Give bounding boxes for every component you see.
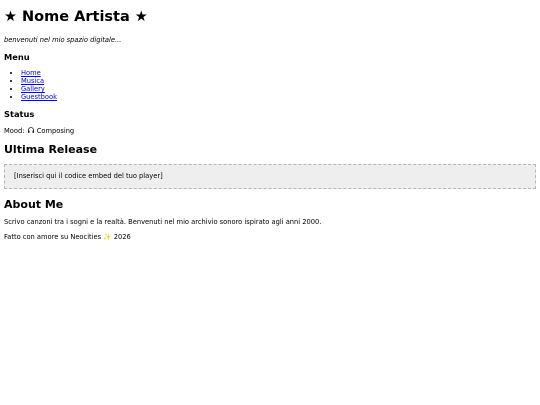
footer: Fatto con amore su Neocities ✨ 2026 (4, 233, 536, 241)
menu-heading: Menu (4, 52, 30, 62)
headphones-icon (27, 127, 34, 133)
about-heading: About Me (4, 198, 64, 211)
menu-link-gallery[interactable]: Gallery (21, 85, 45, 93)
sparkles-icon: ✨ (103, 233, 112, 241)
player-embed-placeholder: [Inserisci qui il codice embed del tuo p… (4, 164, 536, 189)
mood-value: Composing (36, 127, 75, 135)
page: ★ Nome Artista ★ benvenuti nel mio spazi… (0, 0, 540, 405)
menu-item-guestbook: Guestbook (21, 93, 536, 101)
menu-link-musica[interactable]: Musica (21, 77, 44, 85)
menu-item-home: Home (21, 69, 536, 77)
mood-line: Mood: Composing (4, 126, 536, 135)
menu-link-home[interactable]: Home (21, 69, 41, 77)
mood-label: Mood: (4, 127, 25, 135)
about-text: Scrivo canzoni tra i sogni e la realtà. … (4, 218, 322, 226)
menu-item-gallery: Gallery (21, 85, 536, 93)
tagline: benvenuti nel mio spazio digitale... (4, 36, 122, 44)
footer-text: Fatto con amore su Neocities (4, 233, 102, 241)
menu-link-guestbook[interactable]: Guestbook (21, 93, 57, 101)
release-heading: Ultima Release (4, 143, 98, 156)
menu-list: Home Musica Gallery Guestbook (4, 69, 536, 101)
status-heading: Status (4, 109, 35, 119)
site-title: ★ Nome Artista ★ (4, 9, 148, 25)
embed-placeholder-text: [Inserisci qui il codice embed del tuo p… (14, 171, 163, 180)
menu-item-musica: Musica (21, 77, 536, 85)
footer-year: 2026 (113, 233, 131, 241)
